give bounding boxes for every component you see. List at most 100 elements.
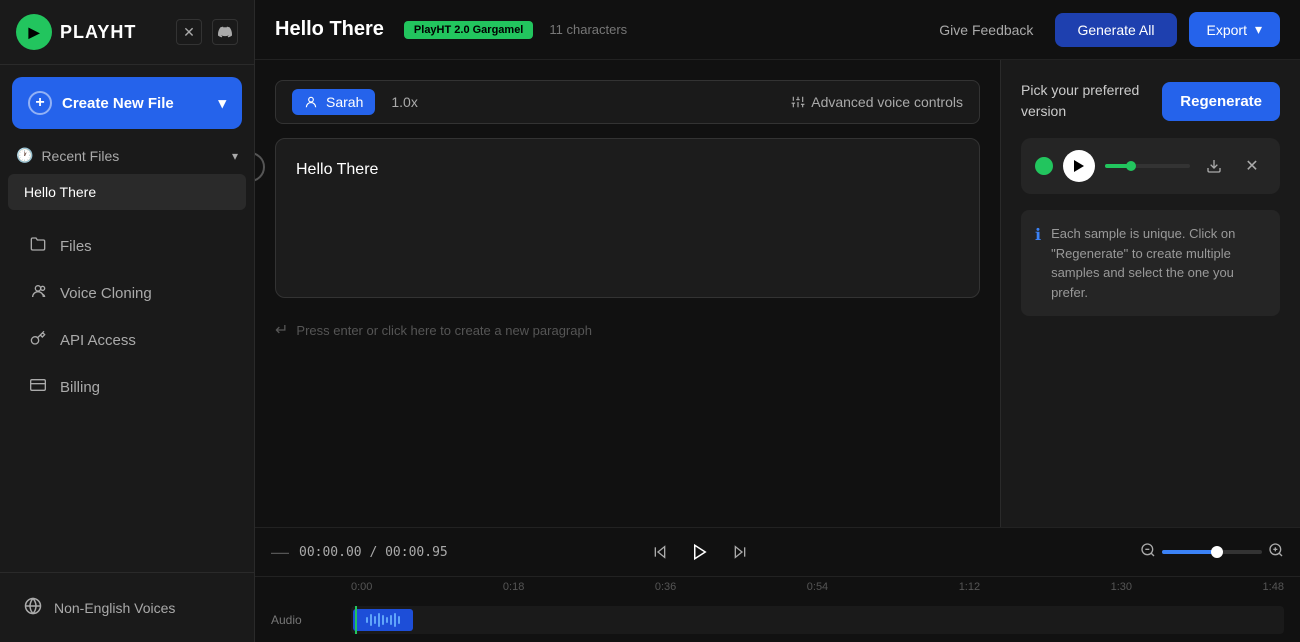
version-radio-selected[interactable] (1035, 157, 1053, 175)
social-icons: ✕ (176, 19, 238, 45)
billing-icon (28, 377, 48, 398)
ruler-marks: 0:00 0:18 0:36 0:54 1:12 1:30 1:48 (351, 581, 1284, 593)
create-new-file-button[interactable]: + Create New File ▾ (12, 77, 242, 129)
playhead (355, 606, 357, 634)
skip-back-icon (652, 544, 668, 560)
voice-cloning-icon (28, 283, 48, 304)
play-block-button[interactable] (255, 152, 265, 182)
sidebar-item-files[interactable]: Files (8, 224, 246, 269)
version-item: ✕ (1021, 138, 1280, 194)
waveform-bar (394, 613, 396, 627)
x-twitter-icon[interactable]: ✕ (176, 19, 202, 45)
sidebar-nav: Files Voice Cloning API Access Billing (0, 222, 254, 572)
files-label: Files (60, 238, 92, 255)
zoom-slider[interactable] (1162, 550, 1262, 554)
info-text: Each sample is unique. Click on "Regener… (1051, 224, 1266, 302)
voice-cloning-label: Voice Cloning (60, 285, 152, 302)
track-content[interactable] (351, 606, 1284, 634)
file-title: Hello There (275, 18, 384, 41)
sidebar-item-api-access[interactable]: API Access (8, 318, 246, 363)
play-pause-icon (691, 543, 709, 561)
editor-area: Sarah 1.0x Advanced voice controls Hello… (255, 60, 1300, 527)
waveform-bars (362, 609, 404, 631)
right-panel: Pick your preferred version Regenerate ✕ (1000, 60, 1300, 527)
export-button[interactable]: Export ▾ (1189, 12, 1281, 47)
transport-controls (644, 536, 756, 568)
zoom-out-icon (1140, 542, 1156, 558)
logo-icon: ▶ (16, 14, 52, 50)
waveform-bar (390, 615, 392, 625)
non-english-label: Non-English Voices (54, 600, 175, 616)
ruler-mark-6: 1:48 (1263, 581, 1284, 593)
ruler-mark-1: 0:18 (503, 581, 524, 593)
waveform-bar (374, 616, 376, 624)
version-play-button[interactable] (1063, 150, 1095, 182)
timeline-ruler: 0:00 0:18 0:36 0:54 1:12 1:30 1:48 (255, 577, 1300, 597)
main-content: Hello There PlayHT 2.0 Gargamel 11 chara… (255, 0, 1300, 642)
version-progress-dot (1126, 161, 1136, 171)
version-play-icon (1074, 160, 1084, 172)
zoom-handle (1211, 546, 1223, 558)
enter-icon: ↵ (275, 320, 288, 340)
recent-files-chevron-icon: ▾ (232, 149, 238, 163)
voice-name-button[interactable]: Sarah (292, 89, 375, 115)
pick-version-label: Pick your preferred version (1021, 80, 1162, 122)
waveform-bar (382, 615, 384, 625)
play-pause-button[interactable] (684, 536, 716, 568)
non-english-icon (24, 597, 42, 618)
voice-controls-bar: Sarah 1.0x Advanced voice controls (275, 80, 980, 124)
zoom-out-button[interactable] (1140, 542, 1156, 563)
sidebar-bottom: Non-English Voices (0, 572, 254, 642)
info-box: ℹ Each sample is unique. Click on "Regen… (1021, 210, 1280, 316)
sidebar-item-billing[interactable]: Billing (8, 365, 246, 410)
generate-all-button[interactable]: Generate All (1055, 13, 1176, 47)
new-paragraph-text: Press enter or click here to create a ne… (296, 323, 592, 338)
person-icon (304, 95, 318, 109)
zoom-in-icon (1268, 542, 1284, 558)
sidebar: ▶ PLAYHT ✕ + Create New File ▾ 🕐 Recent … (0, 0, 255, 642)
skip-forward-button[interactable] (724, 536, 756, 568)
voice-name-label: Sarah (326, 94, 363, 110)
current-time-display: 00:00.00 / 00:00.95 (299, 545, 448, 560)
sidebar-item-non-english-voices[interactable]: Non-English Voices (12, 585, 242, 630)
ruler-mark-5: 1:30 (1111, 581, 1132, 593)
waveform-bar (378, 613, 380, 627)
info-icon: ℹ (1035, 225, 1041, 245)
ruler-mark-3: 0:54 (807, 581, 828, 593)
track-label: Audio (271, 613, 351, 627)
skip-back-button[interactable] (644, 536, 676, 568)
recent-files-header[interactable]: 🕐 Recent Files ▾ (0, 137, 254, 170)
new-paragraph-hint[interactable]: ↵ Press enter or click here to create a … (275, 320, 980, 340)
waveform-bar (398, 616, 400, 624)
billing-label: Billing (60, 379, 100, 396)
top-bar-actions: Give Feedback Generate All Export ▾ (929, 12, 1280, 47)
recent-files-label: Recent Files (41, 148, 119, 164)
logo-text: PLAYHT (60, 22, 136, 43)
timeline-tracks: Audio (255, 597, 1300, 642)
zoom-in-button[interactable] (1268, 542, 1284, 563)
text-block-area: Hello There (275, 138, 980, 298)
create-new-chevron-icon: ▾ (218, 94, 226, 112)
api-access-label: API Access (60, 332, 136, 349)
advanced-controls-button[interactable]: Advanced voice controls (791, 94, 963, 110)
recent-file-item[interactable]: Hello There (8, 174, 246, 210)
top-bar: Hello There PlayHT 2.0 Gargamel 11 chara… (255, 0, 1300, 60)
sliders-icon (791, 95, 805, 109)
discord-icon[interactable] (212, 19, 238, 45)
give-feedback-button[interactable]: Give Feedback (929, 16, 1043, 44)
ruler-mark-2: 0:36 (655, 581, 676, 593)
version-download-button[interactable] (1200, 152, 1228, 180)
voice-speed-label: 1.0x (391, 94, 417, 110)
timeline-controls: — 00:00.00 / 00:00.95 (255, 528, 1300, 577)
text-editor-input[interactable]: Hello There (275, 138, 980, 298)
waveform-bar (386, 617, 388, 623)
version-close-button[interactable]: ✕ (1238, 152, 1266, 180)
create-new-label: Create New File (62, 95, 174, 112)
timeline-dash: — (271, 542, 289, 563)
version-progress-bar[interactable] (1105, 164, 1190, 168)
regenerate-button[interactable]: Regenerate (1162, 82, 1280, 121)
char-count: 11 characters (549, 22, 627, 37)
sidebar-item-voice-cloning[interactable]: Voice Cloning (8, 271, 246, 316)
waveform-bar (370, 614, 372, 626)
bottom-timeline: — 00:00.00 / 00:00.95 (255, 527, 1300, 642)
